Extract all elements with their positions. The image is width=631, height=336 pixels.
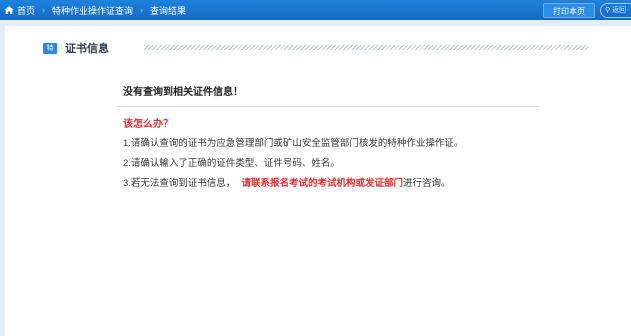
breadcrumb-current: 查询结果 — [150, 5, 187, 16]
breadcrumb: 首页 › 特种作业操作证查询 › 查询结果 — [4, 0, 186, 20]
breadcrumb-home-link[interactable]: 首页 — [17, 4, 35, 17]
chevron-right-icon: › — [42, 5, 46, 15]
search-icon: ⚲ — [605, 7, 611, 14]
chevron-right-icon: › — [140, 5, 144, 15]
hint-line-3-suffix: 进行咨询。 — [402, 178, 451, 189]
home-icon[interactable] — [4, 5, 14, 15]
hint-line-3-prefix: 3.若无法查询到证书信息， — [123, 178, 236, 189]
section-header: 特 证书信息 — [43, 41, 109, 55]
back-button[interactable]: ⚲ 返回 — [600, 3, 631, 18]
print-button[interactable]: 打印本页 — [543, 3, 595, 18]
breadcrumb-query-link[interactable]: 特种作业操作证查询 — [52, 4, 133, 17]
section-divider — [144, 45, 588, 50]
top-bar: 首页 › 特种作业操作证查询 › 查询结果 打印本页 ⚲ 返回 — [0, 0, 631, 20]
hint-title: 该怎么办？ — [123, 119, 173, 130]
divider — [116, 106, 540, 107]
section-title: 证书信息 — [65, 43, 109, 55]
contact-authority-text: 请联系报名考试的考试机构或发证部门 — [241, 178, 403, 189]
not-found-message: 没有查询到相关证件信息！ — [123, 87, 243, 98]
hint-line-3: 3.若无法查询到证书信息， 请联系报名考试的考试机构或发证部门进行咨询。 — [123, 175, 450, 189]
hint-line-1: 1.请确认查询的证书为应急管理部门或矿山安全监管部门核发的特种作业操作证。 — [123, 138, 464, 149]
hint-line-2: 2.请确认输入了正确的证件类型、证件号码、姓名。 — [123, 158, 340, 169]
section-badge: 特 — [43, 42, 57, 54]
back-button-label: 返回 — [612, 7, 627, 14]
